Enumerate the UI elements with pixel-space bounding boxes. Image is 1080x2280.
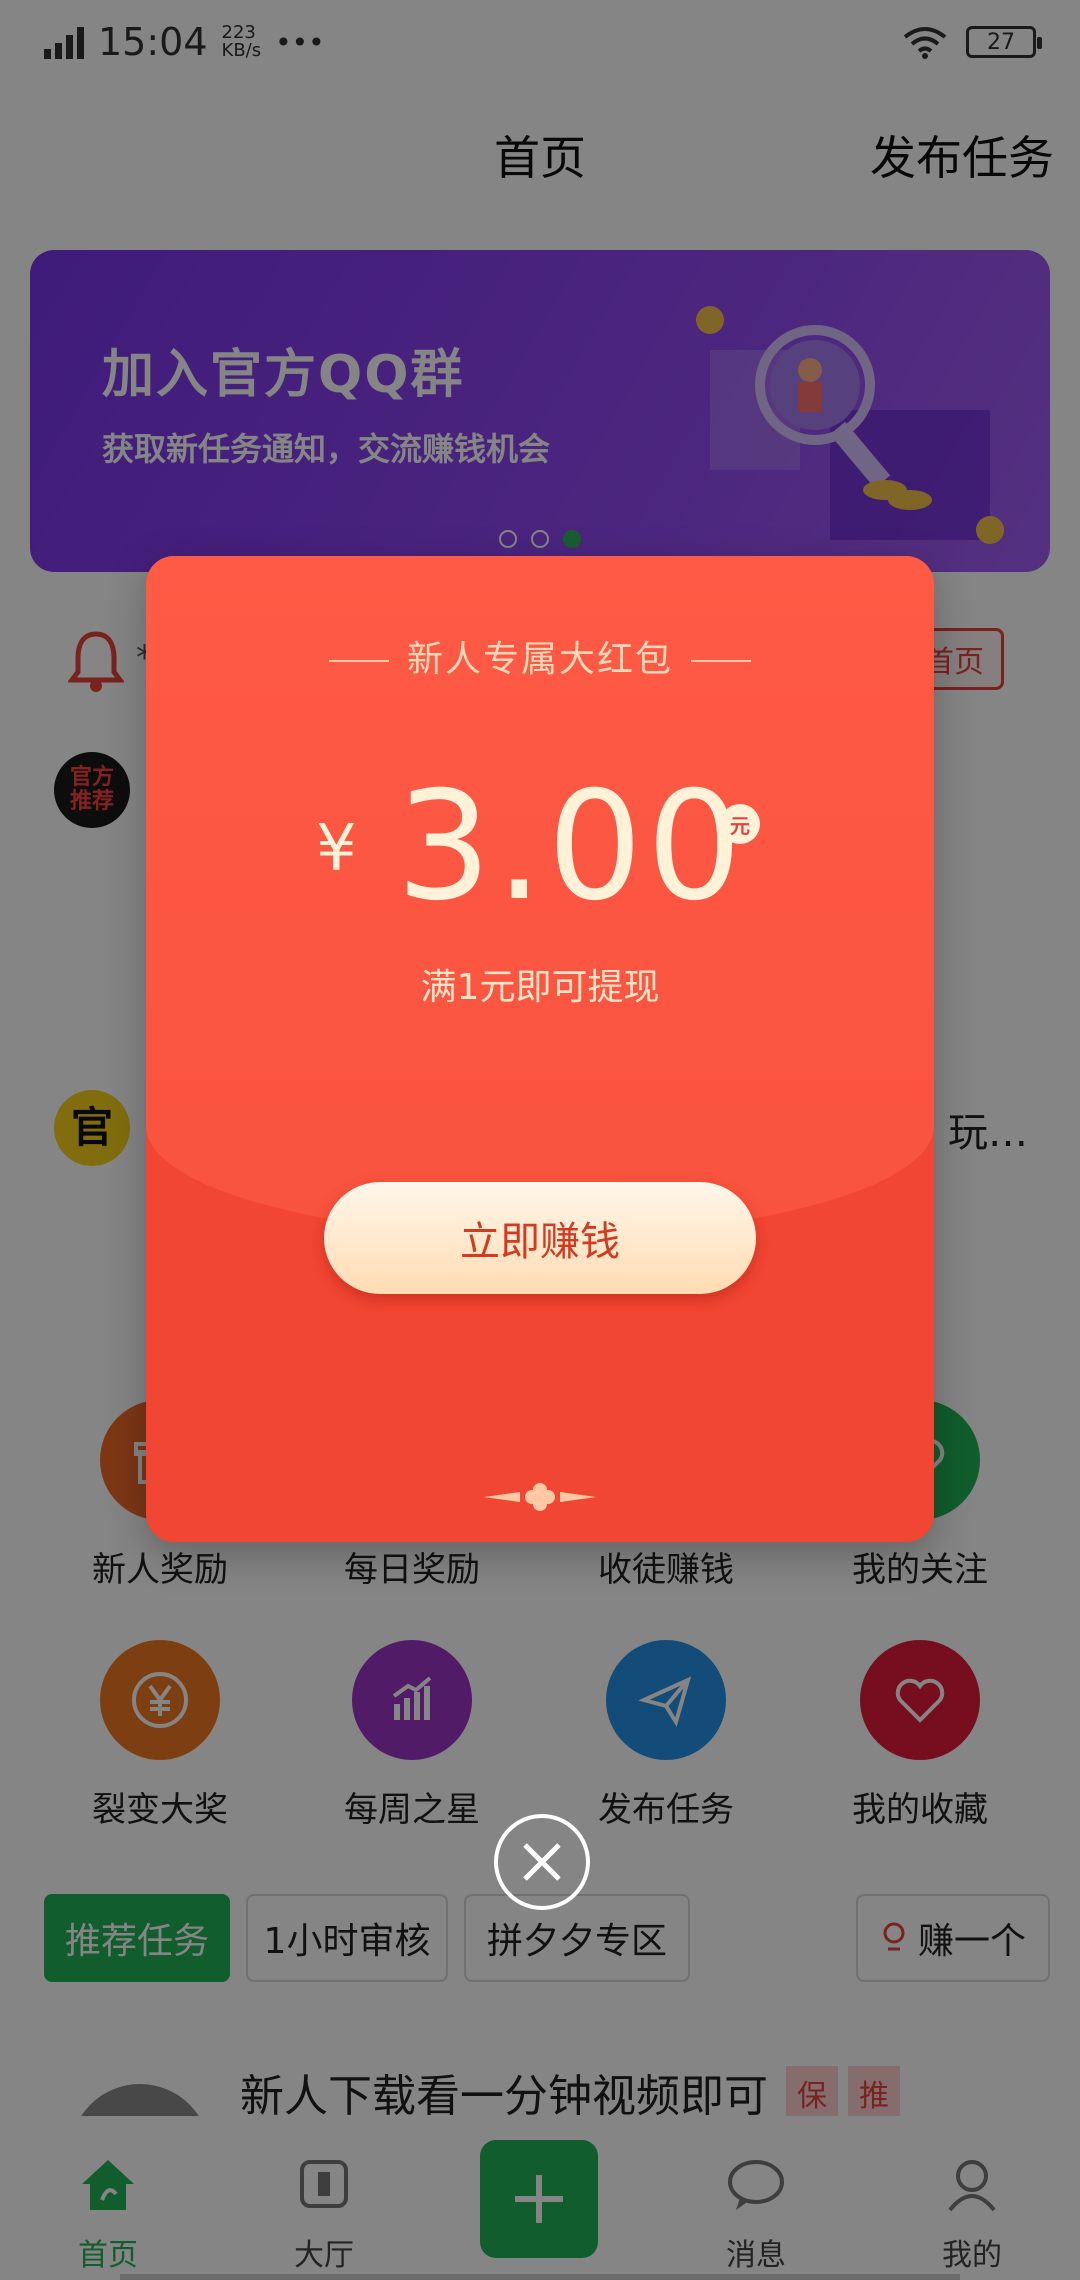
unit-badge: 元 bbox=[720, 804, 760, 844]
red-packet-amount: 3.00 bbox=[396, 760, 746, 934]
divider bbox=[328, 660, 389, 662]
close-icon bbox=[523, 1843, 561, 1881]
withdraw-note: 满1元即可提现 bbox=[420, 967, 660, 1008]
earn-now-button[interactable]: 立即赚钱 bbox=[324, 1182, 756, 1294]
ornament-icon bbox=[484, 1483, 596, 1511]
currency-symbol: ¥ bbox=[316, 812, 357, 886]
close-modal-button[interactable] bbox=[494, 1814, 590, 1910]
divider bbox=[691, 660, 751, 662]
red-packet-title: 新人专属大红包 bbox=[406, 639, 673, 680]
red-packet-header: 新人专属大红包 bbox=[146, 630, 934, 682]
red-packet-modal: 新人专属大红包 ¥ 3.00 元 满1元即可提现 立即赚钱 bbox=[146, 556, 934, 1542]
